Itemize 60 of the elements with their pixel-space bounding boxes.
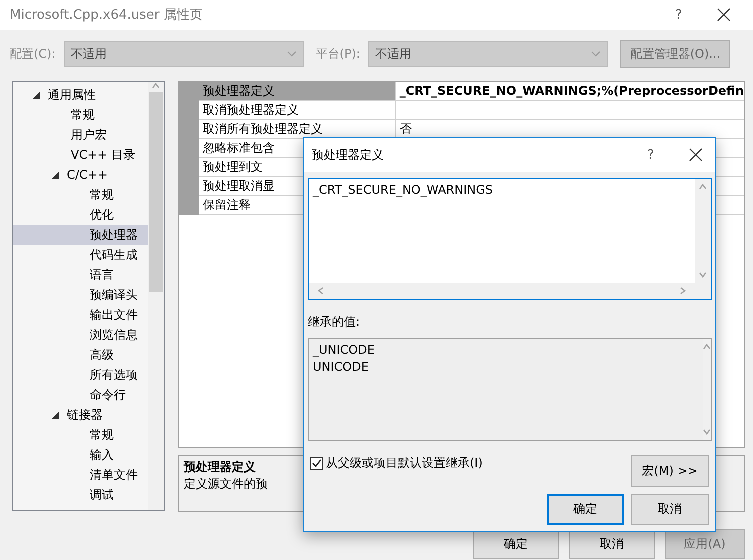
tree-item[interactable]: 命令行: [13, 385, 148, 405]
check-icon: [312, 459, 322, 468]
footer-button[interactable]: 应用(A): [665, 529, 745, 559]
footer-button[interactable]: 确定: [473, 529, 559, 559]
help-button[interactable]: ?: [659, 8, 699, 22]
inherited-label: 继承的值:: [308, 314, 362, 331]
tree-item[interactable]: 常规: [13, 185, 148, 205]
tree-item[interactable]: 用户宏: [13, 125, 148, 145]
inherited-value: _UNICODE: [313, 342, 376, 359]
scroll-down-icon[interactable]: [699, 271, 707, 279]
scroll-right-icon[interactable]: [679, 287, 687, 295]
tree-item[interactable]: 常规: [13, 425, 148, 445]
ok-button[interactable]: 确定: [547, 494, 624, 525]
inherited-value: UNICODE: [313, 359, 370, 376]
tree-item[interactable]: 链接器: [13, 405, 148, 425]
tree-item[interactable]: 语言: [13, 265, 148, 285]
scrollbar[interactable]: [148, 82, 164, 510]
tree-item[interactable]: 预处理器: [13, 225, 148, 245]
tree-item[interactable]: 高级: [13, 345, 148, 365]
tree-item[interactable]: 预编译头: [13, 285, 148, 305]
cancel-button[interactable]: 取消: [631, 494, 709, 525]
tree-item[interactable]: 浏览信息: [13, 325, 148, 345]
inherit-label[interactable]: 从父级或项目默认设置继承(I): [326, 455, 483, 472]
tree-item[interactable]: C/C++: [13, 165, 148, 185]
window-title: Microsoft.Cpp.x64.user 属性页: [10, 7, 204, 24]
scroll-left-icon[interactable]: [317, 287, 325, 295]
property-name[interactable]: 取消预处理器定义: [198, 101, 396, 120]
platform-label: 平台(P):: [316, 46, 360, 62]
chevron-down-icon: [286, 51, 297, 57]
scroll-up-icon[interactable]: [152, 82, 160, 90]
inherit-checkbox[interactable]: [310, 457, 323, 470]
description-text: 定义源文件的预: [184, 476, 268, 493]
tree-item[interactable]: 输入: [13, 445, 148, 465]
close-icon[interactable]: [689, 148, 703, 162]
chevron-down-icon: [591, 51, 602, 57]
scroll-up-icon[interactable]: [699, 183, 707, 191]
property-name[interactable]: 预处理器定义: [198, 82, 396, 101]
macro-button[interactable]: 宏(M) >>: [631, 455, 709, 487]
property-name[interactable]: 取消所有预处理器定义: [198, 120, 396, 139]
tree-item[interactable]: 清单文件: [13, 465, 148, 485]
expanded-triangle-icon[interactable]: [52, 172, 59, 178]
tree-item[interactable]: 代码生成: [13, 245, 148, 265]
close-icon[interactable]: [717, 8, 731, 22]
expanded-triangle-icon[interactable]: [33, 92, 40, 98]
tree-item[interactable]: 调试: [13, 485, 148, 505]
footer-button[interactable]: 取消: [569, 529, 655, 559]
property-value[interactable]: _CRT_SECURE_NO_WARNINGS;%(PreprocessorDefin: [396, 82, 744, 101]
tree-item[interactable]: 输出文件: [13, 305, 148, 325]
tree-item[interactable]: 优化: [13, 205, 148, 225]
tree-item[interactable]: 所有选项: [13, 365, 148, 385]
config-label: 配置(C):: [10, 46, 56, 62]
description-title: 预处理器定义: [184, 459, 256, 476]
tree-item[interactable]: 常规: [13, 105, 148, 125]
help-button[interactable]: ?: [631, 148, 671, 162]
definitions-field[interactable]: _CRT_SECURE_NO_WARNINGS: [308, 178, 712, 300]
expanded-triangle-icon[interactable]: [52, 412, 59, 418]
scroll-down-icon[interactable]: [703, 428, 711, 436]
scroll-up-icon[interactable]: [703, 343, 711, 351]
tree-item[interactable]: 通用属性: [13, 85, 148, 105]
tree-item[interactable]: VC++ 目录: [13, 145, 148, 165]
